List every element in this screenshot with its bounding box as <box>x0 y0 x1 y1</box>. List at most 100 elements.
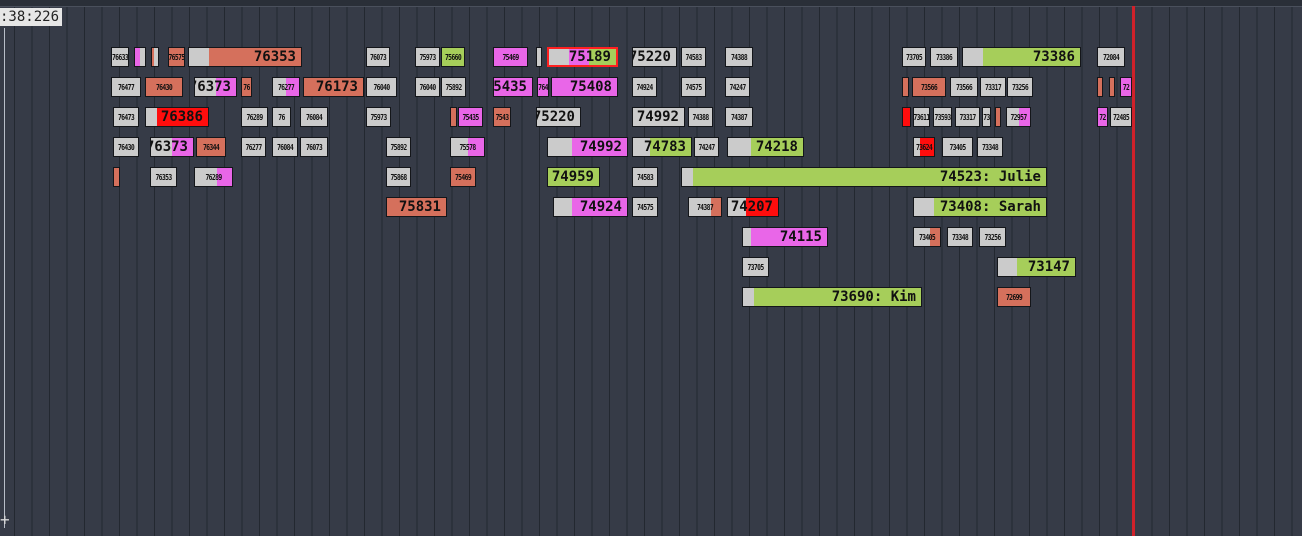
timeline-bar[interactable]: 75189 <box>547 47 618 67</box>
timeline-bar[interactable]: 76040 <box>415 77 440 97</box>
timeline-bar[interactable]: 72485 <box>1110 107 1132 127</box>
timeline-bar[interactable]: 76040 <box>366 77 397 97</box>
timeline-bar[interactable]: 76084 <box>272 137 298 157</box>
timeline-bar[interactable]: 74247 <box>694 137 719 157</box>
timeline-bar[interactable] <box>151 47 159 67</box>
timeline-bar[interactable] <box>902 77 909 97</box>
timeline-bar[interactable]: 76633 <box>111 47 129 67</box>
timeline-bar[interactable]: 76373 <box>194 77 237 97</box>
timeline-bar[interactable]: 76277 <box>241 137 266 157</box>
timeline-bar[interactable]: 75868 <box>386 167 411 187</box>
timeline-bar[interactable]: 76473 <box>113 107 139 127</box>
timeline-bar[interactable]: 73593 <box>933 107 952 127</box>
timeline-bar[interactable]: 74783 <box>632 137 692 157</box>
timeline-bar[interactable]: 74387 <box>725 107 753 127</box>
timeline-bar[interactable]: 76084 <box>300 107 328 127</box>
timeline-bar[interactable]: 73348 <box>947 227 973 247</box>
timeline-canvas[interactable]: :38:226 + 76633 76575 76353 76073 75973 75660… <box>0 0 1302 536</box>
timeline-bar[interactable]: 75408 <box>551 77 618 97</box>
timeline-bar[interactable]: 75220 <box>632 47 677 67</box>
timeline-bar[interactable]: 74992 <box>547 137 628 157</box>
timeline-bar[interactable]: 75831 <box>386 197 447 217</box>
timeline-bar[interactable]: 74207 <box>727 197 779 217</box>
timeline-bar[interactable]: 73317 <box>980 77 1006 97</box>
timeline-bar[interactable]: 76575 <box>168 47 185 67</box>
timeline-bar[interactable]: 72084 <box>1097 47 1125 67</box>
timeline-bar[interactable]: 75435 <box>493 77 533 97</box>
timeline-bar[interactable]: 72699 <box>997 287 1031 307</box>
timeline-bar[interactable]: 74583 <box>632 167 658 187</box>
timeline-bar[interactable]: 74583 <box>681 47 706 67</box>
timeline-bar[interactable]: 76 <box>272 107 291 127</box>
current-time-cursor[interactable] <box>1132 6 1135 536</box>
timeline-bar[interactable]: 73256 <box>1007 77 1033 97</box>
timeline-bar[interactable]: 76430 <box>145 77 183 97</box>
timeline-bar[interactable]: 75892 <box>441 77 466 97</box>
timeline-bar[interactable]: 7543 <box>493 107 511 127</box>
timeline-bar[interactable]: 74924 <box>632 77 657 97</box>
timeline-bar[interactable]: 73256 <box>979 227 1006 247</box>
timeline-bar[interactable] <box>1109 77 1115 97</box>
timeline-bar[interactable] <box>536 47 542 67</box>
timeline-bar[interactable]: 73408: Sarah <box>913 197 1047 217</box>
timeline-bar[interactable]: 75220 <box>536 107 581 127</box>
timeline-bar[interactable]: 76386 <box>145 107 209 127</box>
timeline-bar[interactable]: 73624 <box>913 137 935 157</box>
timeline-bar[interactable]: 74575 <box>681 77 706 97</box>
timeline-bar[interactable]: 76430 <box>113 137 139 157</box>
timeline-bar[interactable] <box>902 107 911 127</box>
timeline-bar[interactable]: 73147 <box>997 257 1076 277</box>
timeline-bar[interactable]: 73566 <box>950 77 978 97</box>
timeline-bar[interactable]: 75892 <box>386 137 411 157</box>
timeline-bar[interactable]: 76373 <box>150 137 194 157</box>
timeline-bar[interactable]: 74992 <box>632 107 685 127</box>
timeline-bar[interactable]: 74959 <box>547 167 600 187</box>
timeline-bar[interactable]: 75469 <box>493 47 528 67</box>
timeline-bar[interactable]: 74387 <box>688 197 722 217</box>
timeline-bar[interactable]: 75973 <box>415 47 440 67</box>
timeline-bar[interactable]: 76353 <box>150 167 177 187</box>
timeline-bar[interactable]: 72 <box>1120 77 1132 97</box>
timeline-bar[interactable]: 73405 <box>942 137 973 157</box>
timeline-bar[interactable]: 72957 <box>1006 107 1031 127</box>
timeline-bar[interactable]: 75660 <box>441 47 465 67</box>
timeline-bar[interactable]: 75578 <box>450 137 485 157</box>
timeline-bar[interactable]: 75435 <box>458 107 483 127</box>
timeline-bar[interactable]: 76277 <box>272 77 300 97</box>
timeline-bar[interactable] <box>450 107 457 127</box>
timeline-bar[interactable] <box>134 47 146 67</box>
timeline-bar[interactable]: 74575 <box>632 197 658 217</box>
timeline-bar[interactable]: 76289 <box>241 107 268 127</box>
timeline-bar[interactable]: 76353 <box>188 47 302 67</box>
timeline-bar[interactable]: 74218 <box>727 137 804 157</box>
timeline-bar[interactable]: 76344 <box>196 137 226 157</box>
timeline-bar[interactable] <box>995 107 1001 127</box>
timeline-bar[interactable]: 73705 <box>742 257 769 277</box>
timeline-bar[interactable]: 76477 <box>111 77 141 97</box>
timeline-bar[interactable]: 76 <box>241 77 252 97</box>
timeline-bar[interactable]: 73690: Kim <box>742 287 922 307</box>
timeline-bar[interactable]: 73386 <box>962 47 1081 67</box>
timeline-bar[interactable]: 75973 <box>366 107 391 127</box>
timeline-bar[interactable]: 74523: Julie <box>681 167 1047 187</box>
timeline-bar[interactable]: 72 <box>1097 107 1108 127</box>
timeline-bar[interactable]: 73386 <box>930 47 958 67</box>
timeline-bar[interactable]: 75469 <box>450 167 476 187</box>
timeline-bar[interactable]: 74115 <box>742 227 828 247</box>
timeline-bar[interactable]: 73405 <box>913 227 941 247</box>
timeline-bar[interactable]: 73 <box>982 107 991 127</box>
timeline-bar[interactable]: 76073 <box>300 137 328 157</box>
timeline-bar[interactable]: 73317 <box>955 107 980 127</box>
timeline-bar[interactable]: 73348 <box>977 137 1003 157</box>
timeline-bar[interactable]: 76173 <box>303 77 364 97</box>
timeline-bar[interactable]: 74247 <box>725 77 750 97</box>
timeline-bar[interactable]: 76073 <box>366 47 390 67</box>
timeline-bar[interactable]: 74388 <box>725 47 753 67</box>
timeline-bar[interactable]: 76289 <box>194 167 233 187</box>
timeline-bar[interactable] <box>113 167 120 187</box>
timeline-bar[interactable]: 74388 <box>688 107 713 127</box>
timeline-bar[interactable]: 73611 <box>913 107 930 127</box>
timeline-bar[interactable]: 74924 <box>553 197 628 217</box>
timeline-bar[interactable]: 73705 <box>902 47 926 67</box>
timeline-bar[interactable]: 73566 <box>912 77 946 97</box>
